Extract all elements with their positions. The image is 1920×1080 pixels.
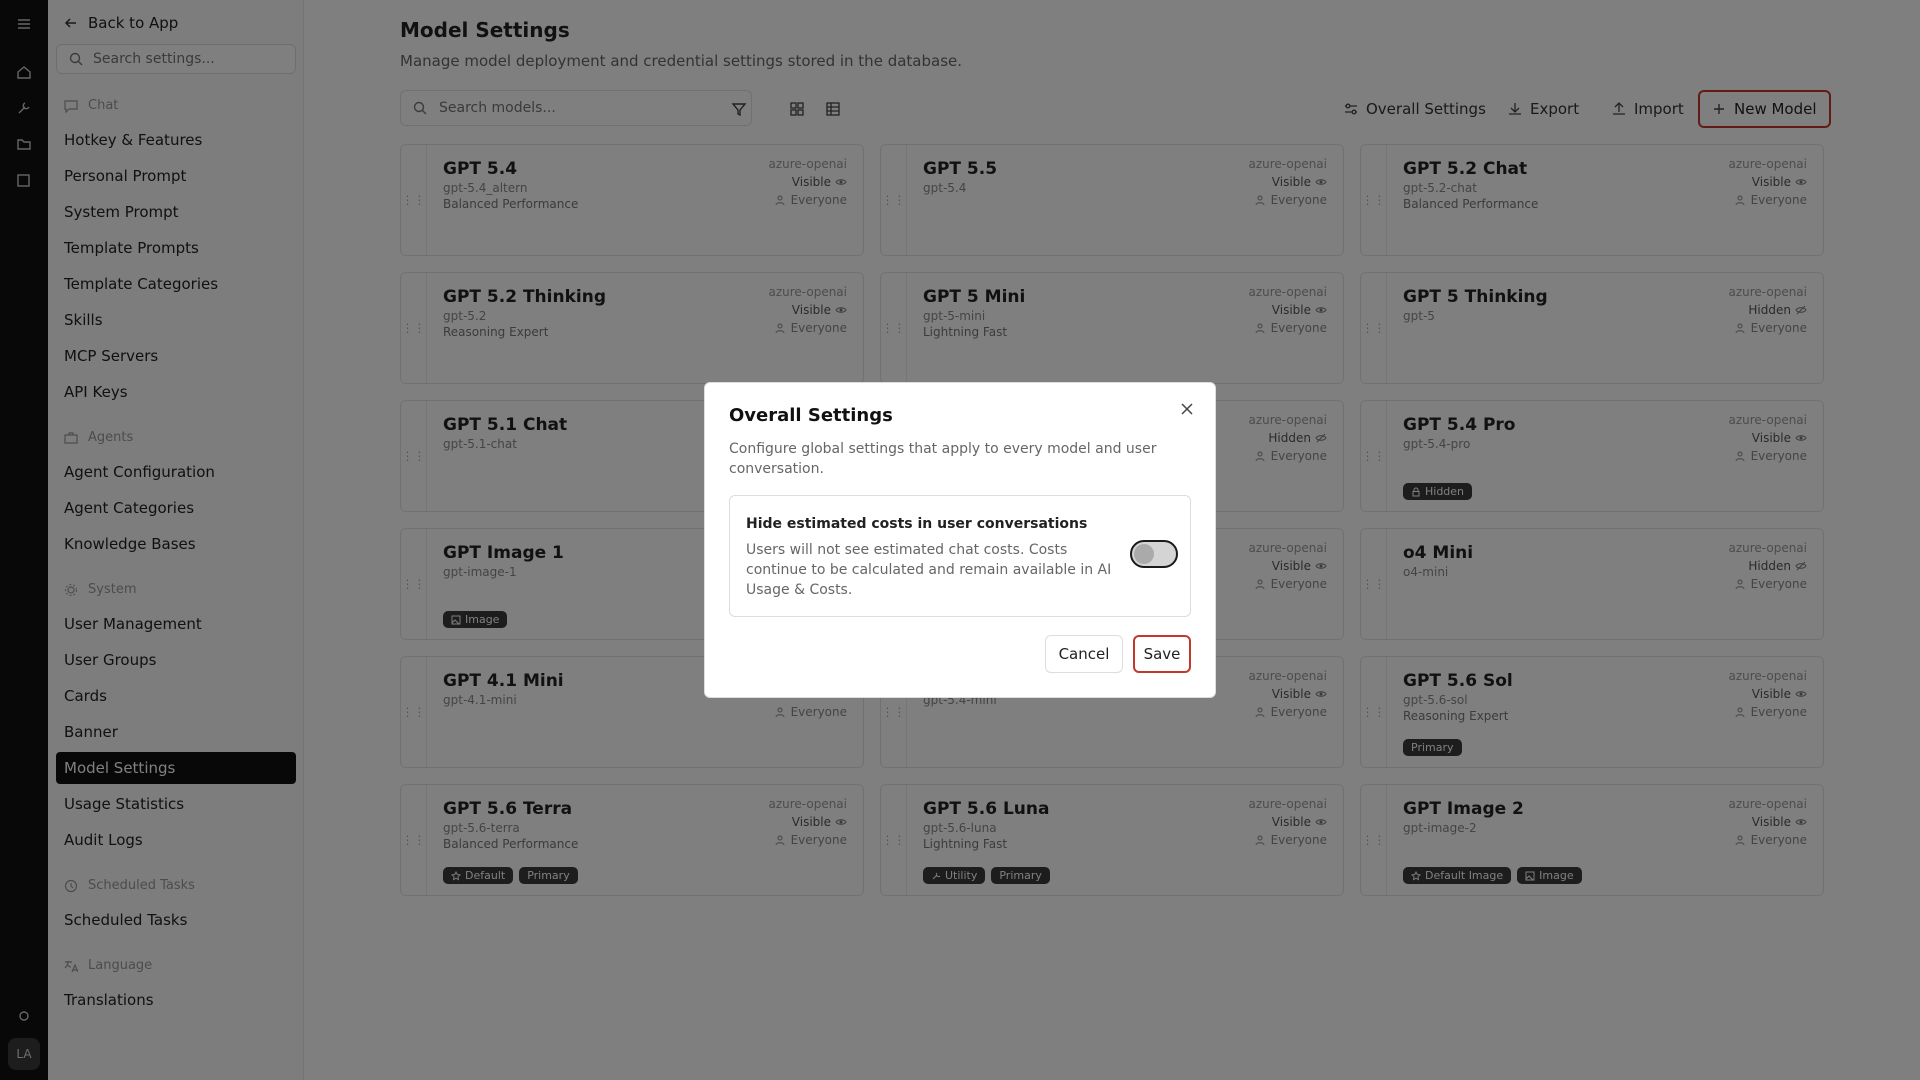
dialog-title: Overall Settings: [729, 405, 893, 426]
overall-settings-dialog: Overall Settings Configure global settin…: [704, 382, 1216, 698]
save-button[interactable]: Save: [1133, 635, 1191, 673]
close-icon[interactable]: [1177, 399, 1197, 419]
dialog-description: Configure global settings that apply to …: [729, 441, 1157, 477]
option-description: Users will not see estimated chat costs.…: [746, 542, 1112, 598]
toggle-knob: [1134, 544, 1154, 564]
hide-costs-toggle[interactable]: [1130, 540, 1178, 568]
hide-costs-option: Hide estimated costs in user conversatio…: [729, 495, 1191, 617]
option-title: Hide estimated costs in user conversatio…: [746, 516, 1088, 532]
cancel-button[interactable]: Cancel: [1045, 635, 1123, 673]
